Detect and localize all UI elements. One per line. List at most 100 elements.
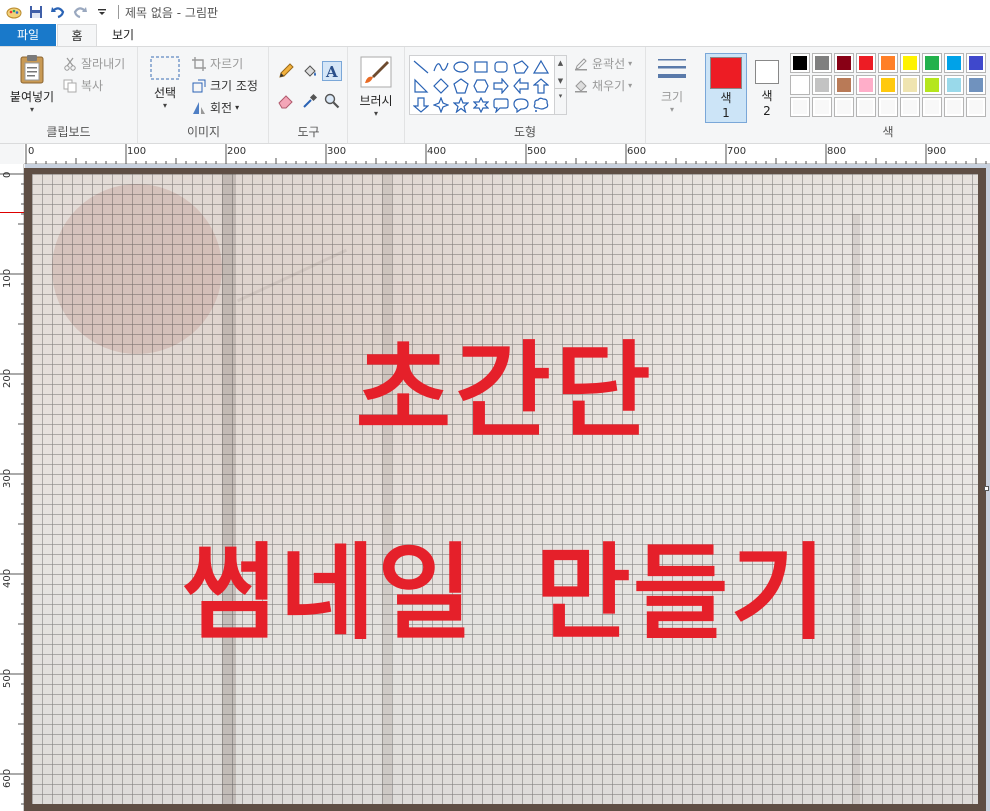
palette-color-swatch[interactable]	[922, 97, 942, 117]
color1-button[interactable]: 색 1	[705, 53, 747, 123]
brushes-button[interactable]: 브러시 ▾	[354, 55, 398, 119]
rotate-dropdown-icon[interactable]: ▾	[235, 103, 239, 112]
undo-icon[interactable]	[48, 2, 68, 22]
cloud-callout-shape-icon[interactable]	[531, 95, 550, 114]
diamond-shape-icon[interactable]	[431, 76, 450, 95]
line-shape-icon[interactable]	[411, 57, 430, 76]
crop-button[interactable]: 자르기	[191, 55, 243, 72]
paste-dropdown-icon[interactable]: ▾	[4, 105, 60, 115]
palette-color-fill	[969, 78, 983, 92]
palette-color-fill	[925, 100, 939, 114]
right-arrow-shape-icon[interactable]	[491, 76, 510, 95]
resize-icon	[191, 78, 207, 94]
magnifier-icon[interactable]	[324, 93, 340, 109]
window-title: 제목 없음 - 그림판	[125, 5, 219, 20]
copy-button[interactable]: 복사	[62, 77, 103, 94]
eraser-icon[interactable]	[278, 93, 294, 109]
right-triangle-shape-icon[interactable]	[411, 76, 430, 95]
polygon-shape-icon[interactable]	[511, 57, 530, 76]
palette-color-swatch[interactable]	[878, 75, 898, 95]
palette-color-swatch[interactable]	[900, 53, 920, 73]
palette-color-fill	[815, 78, 829, 92]
shapes-scrollbar[interactable]: ▲ ▼ ▾	[555, 55, 567, 115]
rectangle-shape-icon[interactable]	[471, 57, 490, 76]
size-dropdown-icon[interactable]: ▾	[652, 105, 692, 115]
horizontal-ruler: 0 100 200 300 400 500 600 700 800 900	[0, 144, 990, 164]
up-arrow-shape-icon[interactable]	[531, 76, 550, 95]
palette-color-swatch[interactable]	[966, 97, 986, 117]
oval-shape-icon[interactable]	[451, 57, 470, 76]
cut-button[interactable]: 잘라내기	[62, 55, 125, 72]
fill-dropdown-icon[interactable]: ▾	[628, 81, 632, 90]
fill-bucket-icon[interactable]	[302, 63, 318, 79]
curve-shape-icon[interactable]	[431, 57, 450, 76]
scroll-down-icon[interactable]: ▼	[555, 74, 566, 88]
palette-color-swatch[interactable]	[944, 97, 964, 117]
select-dropdown-icon[interactable]: ▾	[145, 101, 185, 111]
fill-button[interactable]: 채우기 ▾	[573, 77, 632, 94]
palette-color-swatch[interactable]	[834, 75, 854, 95]
rotate-button[interactable]: 회전 ▾	[191, 99, 239, 116]
palette-color-swatch[interactable]	[812, 75, 832, 95]
text-tool-icon[interactable]: A	[322, 61, 342, 81]
triangle-shape-icon[interactable]	[531, 57, 550, 76]
palette-color-swatch[interactable]	[834, 97, 854, 117]
palette-color-swatch[interactable]	[790, 75, 810, 95]
redo-icon[interactable]	[70, 2, 90, 22]
canvas-resize-handle[interactable]	[984, 486, 989, 491]
five-point-star-shape-icon[interactable]	[451, 95, 470, 114]
palette-color-swatch[interactable]	[790, 97, 810, 117]
customize-dropdown-icon[interactable]	[92, 2, 112, 22]
crop-label: 자르기	[210, 57, 244, 71]
size-button[interactable]: 크기 ▾	[652, 55, 692, 115]
palette-color-swatch[interactable]	[856, 53, 876, 73]
select-button[interactable]: 선택 ▾	[145, 55, 185, 111]
tab-home[interactable]: 홈	[57, 24, 97, 47]
image-group: 선택 ▾ 자르기 크기 조정 회전 ▾ 이미지	[139, 47, 269, 143]
paste-button[interactable]: 붙여넣기 ▾	[4, 53, 60, 115]
palette-color-swatch[interactable]	[966, 75, 986, 95]
pentagon-shape-icon[interactable]	[451, 76, 470, 95]
colors-group: 색	[786, 47, 990, 143]
palette-color-swatch[interactable]	[812, 53, 832, 73]
oval-callout-shape-icon[interactable]	[511, 95, 530, 114]
palette-color-swatch[interactable]	[944, 75, 964, 95]
save-icon[interactable]	[26, 2, 46, 22]
clipboard-group-label: 클립보드	[46, 125, 91, 139]
palette-color-swatch[interactable]	[900, 97, 920, 117]
outline-button[interactable]: 윤곽선 ▾	[573, 55, 632, 72]
left-arrow-shape-icon[interactable]	[511, 76, 530, 95]
resize-button[interactable]: 크기 조정	[191, 77, 258, 94]
outline-dropdown-icon[interactable]: ▾	[628, 59, 632, 68]
palette-color-swatch[interactable]	[900, 75, 920, 95]
rounded-rectangle-shape-icon[interactable]	[491, 57, 510, 76]
hexagon-shape-icon[interactable]	[471, 76, 490, 95]
four-point-star-shape-icon[interactable]	[431, 95, 450, 114]
paint-app-icon[interactable]	[4, 2, 24, 22]
drawing-canvas[interactable]: 초간단 썸네일 만들기	[24, 168, 986, 811]
tab-view[interactable]: 보기	[100, 24, 146, 46]
shapes-expand-icon[interactable]: ▾	[555, 88, 566, 103]
scroll-up-icon[interactable]: ▲	[555, 56, 566, 70]
ruler-left-label: 400	[2, 568, 13, 588]
color-picker-icon[interactable]	[302, 93, 318, 109]
palette-color-swatch[interactable]	[790, 53, 810, 73]
palette-color-swatch[interactable]	[856, 97, 876, 117]
brushes-dropdown-icon[interactable]: ▾	[354, 109, 398, 119]
palette-color-swatch[interactable]	[878, 97, 898, 117]
palette-color-swatch[interactable]	[922, 75, 942, 95]
color2-button[interactable]: 색 2	[750, 53, 784, 123]
down-arrow-shape-icon[interactable]	[411, 95, 430, 114]
palette-color-swatch[interactable]	[944, 53, 964, 73]
palette-color-swatch[interactable]	[922, 53, 942, 73]
six-point-star-shape-icon[interactable]	[471, 95, 490, 114]
palette-color-swatch[interactable]	[856, 75, 876, 95]
palette-color-swatch[interactable]	[966, 53, 986, 73]
palette-color-swatch[interactable]	[834, 53, 854, 73]
ruler-left-label: 0	[2, 171, 13, 178]
pencil-icon[interactable]	[278, 63, 294, 79]
rounded-callout-shape-icon[interactable]	[491, 95, 510, 114]
palette-color-swatch[interactable]	[812, 97, 832, 117]
palette-color-swatch[interactable]	[878, 53, 898, 73]
tab-file[interactable]: 파일	[0, 24, 56, 46]
